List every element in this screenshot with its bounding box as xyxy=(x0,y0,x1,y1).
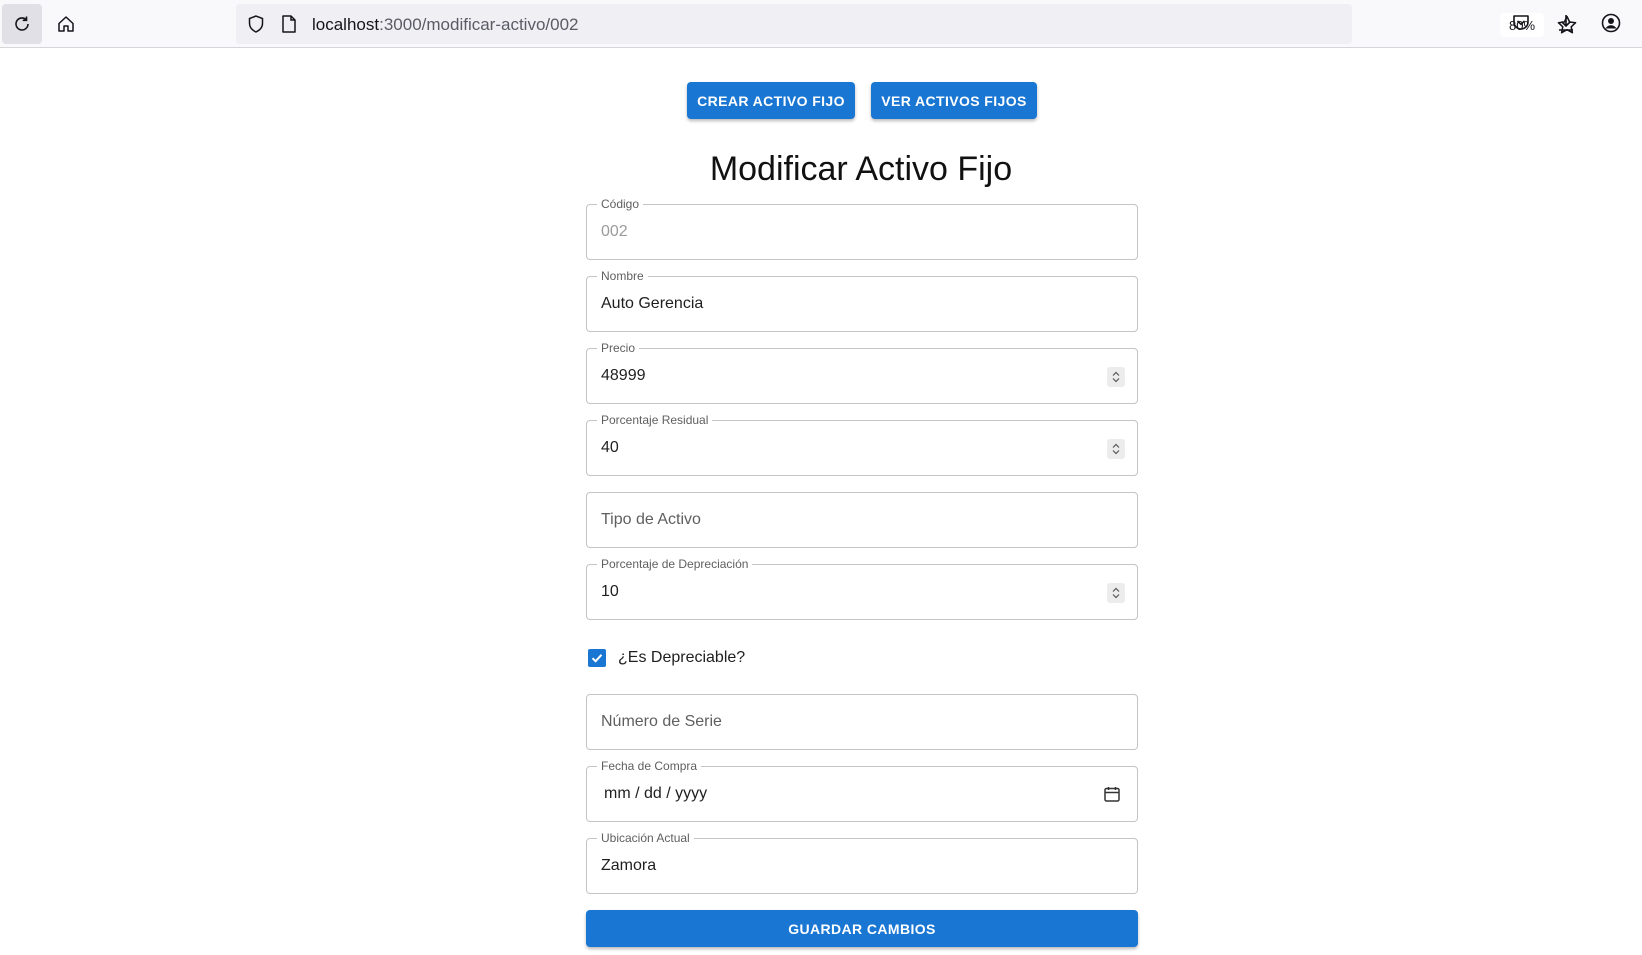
home-button[interactable] xyxy=(46,4,86,44)
stepper-arrows-icon xyxy=(1112,371,1120,383)
page-title: Modificar Activo Fijo xyxy=(709,150,1013,188)
ubicacion-actual-value: Zamora xyxy=(601,857,657,874)
account-icon[interactable] xyxy=(1600,12,1622,34)
create-asset-button[interactable]: CREAR ACTIVO FIJO xyxy=(687,82,855,119)
stepper-arrows-icon xyxy=(1112,443,1120,455)
nombre-value: Auto Gerencia xyxy=(601,295,704,312)
browser-toolbar: localhost:3000/modificar-activo/002 80% xyxy=(0,0,1642,48)
nombre-field[interactable]: Nombre Auto Gerencia xyxy=(586,268,1138,332)
es-depreciable-label: ¿Es Depreciable? xyxy=(618,649,746,666)
porcentaje-depreciacion-stepper[interactable] xyxy=(1107,583,1125,603)
fecha-compra-value: mm / dd / yyyy xyxy=(604,785,708,802)
ubicacion-actual-label: Ubicación Actual xyxy=(597,830,694,846)
porcentaje-residual-field[interactable]: Porcentaje Residual 40 xyxy=(586,412,1138,476)
porcentaje-depreciacion-field[interactable]: Porcentaje de Depreciación 10 xyxy=(586,556,1138,620)
es-depreciable-checkbox[interactable] xyxy=(588,649,606,667)
precio-value: 48999 xyxy=(601,367,646,384)
codigo-field[interactable]: Código 002 xyxy=(586,196,1138,260)
codigo-label: Código xyxy=(597,196,644,212)
stepper-arrows-icon xyxy=(1112,587,1120,599)
save-changes-button[interactable]: GUARDAR CAMBIOS xyxy=(586,910,1138,947)
url-text[interactable]: localhost:3000/modificar-activo/002 xyxy=(312,15,579,35)
fecha-compra-field[interactable]: Fecha de Compra mm / dd / yyyy xyxy=(586,758,1138,822)
porcentaje-depreciacion-label: Porcentaje de Depreciación xyxy=(597,556,753,572)
address-bar[interactable]: localhost:3000/modificar-activo/002 80% xyxy=(236,4,1577,44)
reload-icon xyxy=(15,16,29,31)
tipo-activo-field[interactable]: Tipo de Activo xyxy=(586,492,1138,548)
reload-button[interactable] xyxy=(2,4,42,44)
checkmark-icon xyxy=(591,654,603,663)
view-assets-button[interactable]: VER ACTIVOS FIJOS xyxy=(871,82,1037,119)
es-depreciable-row[interactable]: ¿Es Depreciable? xyxy=(586,646,745,670)
page-icon xyxy=(282,15,296,33)
fecha-compra-label: Fecha de Compra xyxy=(597,758,702,774)
porcentaje-residual-stepper[interactable] xyxy=(1107,439,1125,459)
porcentaje-residual-label: Porcentaje Residual xyxy=(597,412,713,428)
ubicacion-actual-field[interactable]: Ubicación Actual Zamora xyxy=(586,830,1138,894)
url-path: :3000/modificar-activo/002 xyxy=(379,15,579,34)
url-host: localhost xyxy=(312,15,380,34)
calendar-icon[interactable] xyxy=(1103,785,1121,803)
nombre-label: Nombre xyxy=(597,268,648,284)
porcentaje-depreciacion-value: 10 xyxy=(601,583,619,600)
numero-serie-placeholder: Número de Serie xyxy=(601,713,722,730)
codigo-value: 002 xyxy=(601,223,628,240)
tipo-activo-placeholder: Tipo de Activo xyxy=(601,511,701,528)
porcentaje-residual-value: 40 xyxy=(601,439,619,456)
shield-icon[interactable] xyxy=(246,14,266,34)
numero-serie-field[interactable]: Número de Serie xyxy=(586,694,1138,750)
precio-stepper[interactable] xyxy=(1107,367,1125,387)
home-icon xyxy=(58,16,74,32)
precio-label: Precio xyxy=(597,340,640,356)
precio-field[interactable]: Precio 48999 xyxy=(586,340,1138,404)
pocket-icon[interactable] xyxy=(1510,12,1532,34)
downloads-icon[interactable] xyxy=(1555,12,1577,34)
